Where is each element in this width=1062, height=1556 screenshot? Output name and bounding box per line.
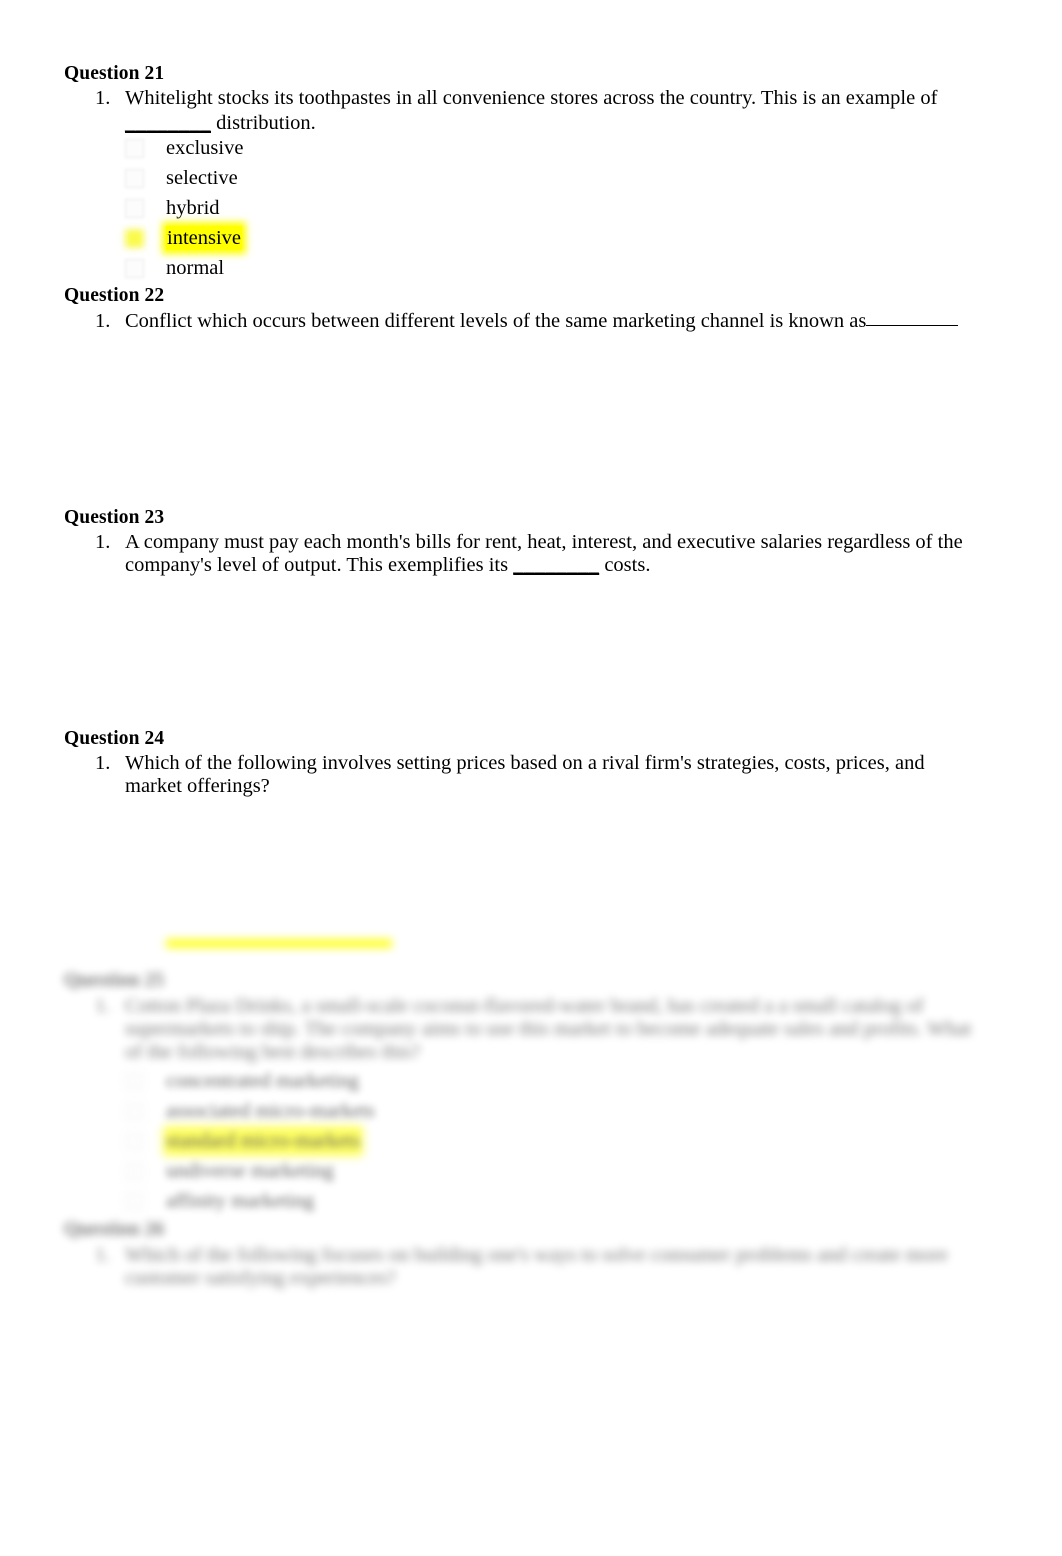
document-page: Question 21 1. Whitelight stocks its toot… (0, 0, 1062, 1556)
checkbox-icon[interactable] (125, 1071, 144, 1091)
checkbox-icon[interactable] (125, 168, 144, 188)
question-21-list-number: 1. (95, 87, 111, 109)
checkbox-icon[interactable] (125, 1191, 144, 1211)
question-21-heading: Question 21 (64, 63, 165, 84)
question-21-prompt: 1. Whitelight stocks its toothpastes in a… (95, 85, 995, 111)
question-25-options-blurred: concentrated marketing associated micro-… (125, 1066, 375, 1216)
question-25-option-1[interactable]: concentrated marketing (125, 1066, 375, 1096)
question-23-prompt-line-2: company's level of output. This exemplif… (125, 552, 650, 578)
question-25-option-3[interactable]: standard micro-markets (125, 1126, 375, 1156)
option-label: normal (166, 256, 225, 279)
question-26-heading-blurred: Question 26 (64, 1219, 165, 1240)
question-21-options: exclusive selective hybrid intensive nor… (125, 133, 243, 283)
question-22-list-number: 1. (95, 310, 111, 332)
checkbox-icon[interactable] (125, 138, 144, 158)
question-24-prompt-line-2: market offerings? (125, 775, 270, 797)
checkbox-icon[interactable] (125, 1131, 144, 1151)
checkbox-icon[interactable] (125, 1101, 144, 1121)
cropped-highlight-bar (166, 939, 392, 948)
option-label: exclusive (166, 136, 244, 159)
question-21-prompt-line-2-rest: distribution. (216, 112, 316, 134)
checkbox-icon[interactable] (125, 258, 144, 278)
checkbox-icon[interactable] (125, 198, 144, 218)
question-23-prompt-line-2-b: costs. (604, 554, 651, 576)
question-22-prompt: 1. Conflict which occurs between differen… (95, 308, 1015, 334)
question-25-option-2[interactable]: associated micro-markets (125, 1096, 375, 1126)
question-25-prompt-line-1: Cotton Plaza Drinks, a small-scale cocon… (125, 995, 924, 1017)
question-25-list-number: 1. (95, 995, 111, 1017)
question-24-list-number: 1. (95, 752, 111, 774)
question-26-list-number: 1. (95, 1244, 111, 1266)
option-label: affinity marketing (166, 1189, 315, 1212)
question-25-option-5[interactable]: affinity marketing (125, 1186, 375, 1216)
checkbox-icon[interactable] (125, 1161, 144, 1181)
question-21-blank: ________ (125, 112, 211, 134)
question-21-option-intensive[interactable]: intensive (125, 223, 243, 253)
question-23-list-number: 1. (95, 531, 111, 553)
question-26-prompt-line-1: Which of the following focuses on buildi… (125, 1244, 948, 1266)
checkbox-icon[interactable] (125, 228, 144, 248)
question-25-prompt-line-3: of the following best describes this? (125, 1041, 421, 1063)
question-25-option-4[interactable]: undiverse marketing (125, 1156, 375, 1186)
question-24-heading: Question 24 (64, 728, 165, 749)
question-23-heading: Question 23 (64, 507, 165, 528)
question-23-prompt-line-1: A company must pay each month's bills fo… (125, 531, 963, 553)
question-21-option-hybrid[interactable]: hybrid (125, 193, 243, 223)
option-label: associated micro-markets (166, 1099, 375, 1122)
question-22-trailing-blank (866, 325, 959, 326)
question-26-prompt-line-2: customer satisfying experiences? (125, 1267, 396, 1289)
question-23-blank: ________ (513, 554, 600, 576)
option-label-highlighted: intensive (166, 225, 243, 251)
question-25-heading-blurred: Question 25 (64, 970, 165, 991)
question-21-option-exclusive[interactable]: exclusive (125, 133, 243, 163)
option-label: hybrid (166, 196, 220, 219)
question-24-prompt-line-1: Which of the following involves setting … (125, 752, 925, 774)
question-21-option-selective[interactable]: selective (125, 163, 243, 193)
option-label: selective (166, 166, 238, 189)
question-21-prompt-line-1: Whitelight stocks its toothpastes in all… (125, 87, 938, 109)
question-23-prompt-line-2-a: company's level of output. This exemplif… (125, 554, 509, 576)
option-label-highlighted: standard micro-markets (166, 1128, 361, 1154)
question-22-heading: Question 22 (64, 285, 165, 306)
option-label: undiverse marketing (166, 1159, 334, 1182)
option-label: concentrated marketing (166, 1069, 359, 1092)
question-21-option-normal[interactable]: normal (125, 253, 243, 283)
question-22-prompt-line-1: Conflict which occurs between different … (125, 310, 867, 332)
